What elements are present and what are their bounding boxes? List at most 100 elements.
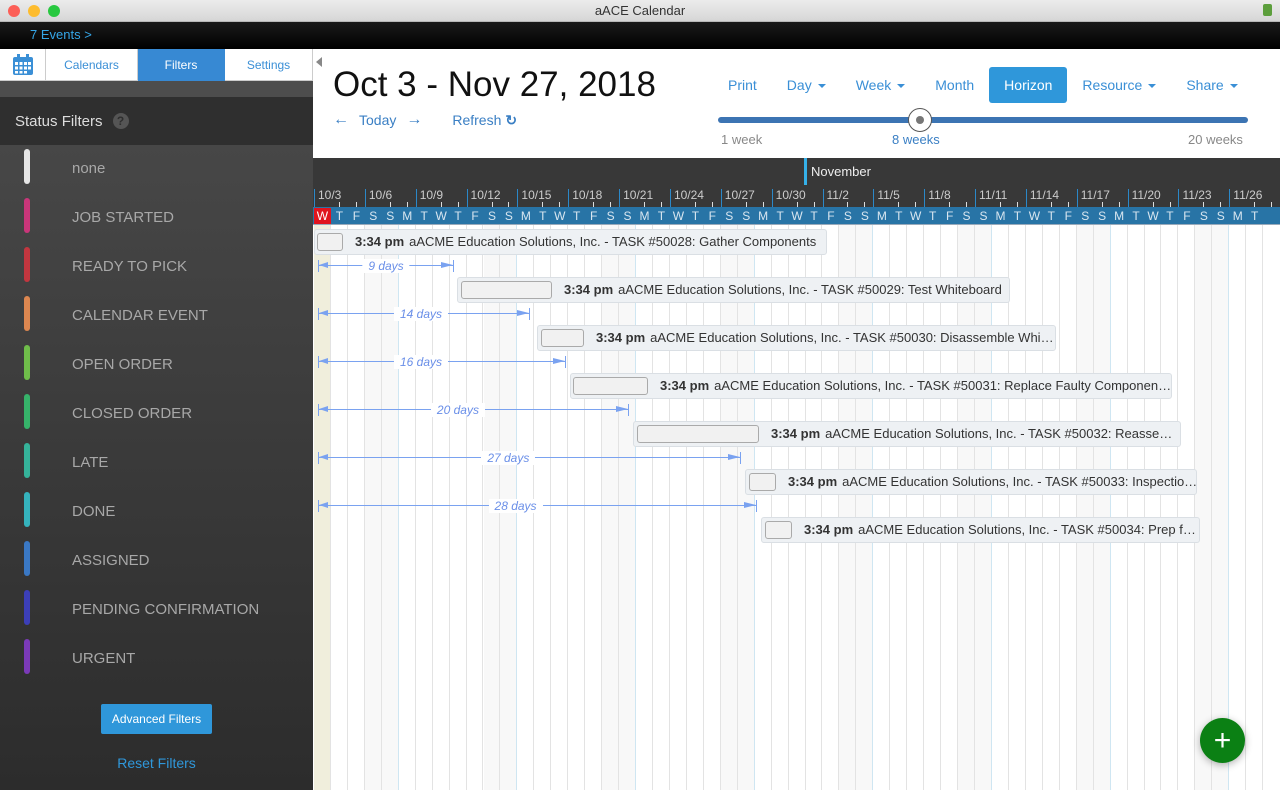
arrow-right-icon[interactable]: → [406, 111, 422, 129]
day-column [890, 225, 908, 790]
slider-min-label: 1 week [721, 132, 763, 147]
day-letter: M [758, 209, 769, 223]
help-icon[interactable]: ? [112, 113, 129, 129]
status-filter-item[interactable]: CLOSED ORDER [0, 392, 313, 441]
date-tick-label: 11/11 [979, 188, 1008, 202]
day-letter: M [520, 209, 531, 223]
day-letter: W [910, 209, 922, 223]
week-tick-line [771, 189, 773, 207]
status-filter-label: READY TO PICK [72, 258, 188, 275]
date-tick-label: 11/20 [1131, 188, 1161, 202]
horizon-button[interactable]: Horizon [989, 67, 1068, 103]
day-column [941, 225, 959, 790]
gap-measure: 16 days [318, 355, 566, 369]
gap-label: 9 days [362, 259, 410, 273]
maximize-window-button[interactable] [48, 5, 60, 17]
event-duration-box [765, 521, 792, 539]
collapse-sidebar-icon[interactable] [316, 57, 322, 67]
event-bar[interactable]: 3:34 pm aACME Education Solutions, Inc. -… [761, 517, 1200, 543]
caret-down-icon [1148, 84, 1157, 89]
print-button[interactable]: Print [713, 67, 772, 103]
day-letter: W [554, 209, 566, 223]
top-bar: 7 Events > [0, 22, 1280, 49]
date-tick-label: 11/23 [1182, 188, 1212, 202]
day-letter: S [1098, 209, 1107, 223]
day-column [839, 225, 857, 790]
refresh-button[interactable]: Refresh [452, 112, 501, 128]
status-filter-label: ASSIGNED [72, 552, 150, 569]
status-color-swatch [24, 492, 30, 527]
today-button[interactable]: Today [359, 112, 396, 128]
window-title: aACE Calendar [594, 3, 686, 18]
tab-filters[interactable]: Filters [138, 49, 225, 81]
status-filter-item[interactable]: none [0, 147, 313, 196]
status-filter-item[interactable]: ASSIGNED [0, 539, 313, 588]
day-column [789, 225, 806, 790]
day-column [958, 225, 976, 790]
reset-filters-link[interactable]: Reset Filters [0, 755, 313, 771]
day-letter: W [1028, 209, 1041, 223]
week-dropdown[interactable]: Week [841, 67, 921, 103]
day-letter: S [1081, 209, 1090, 223]
day-letter: F [708, 209, 716, 223]
event-bar[interactable]: 3:34 pm aACME Education Solutions, Inc. -… [570, 373, 1172, 399]
day-column [1195, 225, 1213, 790]
slider-handle[interactable] [908, 108, 933, 132]
minimize-window-button[interactable] [28, 5, 40, 17]
event-bar[interactable]: 3:34 pm aACME Education Solutions, Inc. -… [633, 421, 1181, 447]
event-bar[interactable]: 3:34 pm aACME Education Solutions, Inc. -… [745, 469, 1197, 495]
gap-measure: 20 days [318, 403, 629, 417]
gap-label: 14 days [393, 307, 449, 321]
day-letter: M [995, 209, 1006, 223]
day-column [1043, 225, 1060, 790]
status-filter-item[interactable]: URGENT [0, 637, 313, 686]
day-letter: S [504, 209, 513, 223]
day-letter: S [369, 209, 378, 223]
event-text: 3:34 pm aACME Education Solutions, Inc. -… [788, 470, 1196, 494]
week-tick-line [364, 189, 366, 207]
status-filter-item[interactable]: JOB STARTED [0, 196, 313, 245]
status-filter-label: JOB STARTED [72, 209, 174, 226]
events-link[interactable]: 7 Events > [30, 27, 92, 42]
day-letter: S [1199, 209, 1208, 223]
event-bar[interactable]: 3:34 pm aACME Education Solutions, Inc. -… [537, 325, 1056, 351]
status-filter-label: none [72, 160, 106, 177]
day-column [1026, 225, 1043, 790]
status-filter-item[interactable]: LATE [0, 441, 313, 490]
event-text: 3:34 pm aACME Education Solutions, Inc. -… [564, 278, 1002, 302]
week-tick-line [466, 189, 468, 207]
status-color-swatch [24, 345, 30, 380]
add-event-button[interactable]: + [1200, 718, 1245, 763]
day-letter: W [1147, 209, 1159, 223]
day-column [873, 225, 891, 790]
day-column [1229, 225, 1247, 790]
refresh-icon[interactable]: ↻ [505, 112, 517, 129]
share-dropdown[interactable]: Share [1171, 67, 1252, 103]
day-column [975, 225, 992, 790]
resource-dropdown[interactable]: Resource [1067, 67, 1171, 103]
status-filter-item[interactable]: PENDING CONFIRMATION [0, 588, 313, 637]
date-tick-label: 10/3 [318, 188, 342, 202]
horizon-slider[interactable] [718, 108, 1248, 132]
status-filter-item[interactable]: READY TO PICK [0, 245, 313, 294]
day-letter: S [386, 209, 395, 223]
event-bar[interactable]: 3:34 pm aACME Education Solutions, Inc. -… [314, 229, 827, 255]
arrow-left-icon[interactable]: ← [333, 111, 349, 129]
status-filter-item[interactable]: DONE [0, 490, 313, 539]
tab-settings[interactable]: Settings [225, 49, 313, 81]
close-window-button[interactable] [8, 5, 20, 17]
calendar-main: Oct 3 - Nov 27, 2018 ← Today → Refresh ↻… [313, 49, 1280, 790]
day-dropdown[interactable]: Day [772, 67, 841, 103]
status-filter-item[interactable]: CALENDAR EVENT [0, 294, 313, 343]
status-filter-item[interactable]: OPEN ORDER [0, 343, 313, 392]
week-tick-line [517, 189, 519, 207]
event-bar[interactable]: 3:34 pm aACME Education Solutions, Inc. -… [457, 277, 1010, 303]
calendar-icon-tab[interactable] [0, 49, 46, 81]
week-tick-line [975, 189, 977, 207]
tab-calendars[interactable]: Calendars [46, 49, 138, 81]
week-tick-line [1025, 189, 1027, 207]
day-letter: W [672, 209, 685, 223]
month-button[interactable]: Month [920, 67, 989, 103]
advanced-filters-button[interactable]: Advanced Filters [101, 704, 212, 734]
day-letter: S [843, 209, 852, 223]
